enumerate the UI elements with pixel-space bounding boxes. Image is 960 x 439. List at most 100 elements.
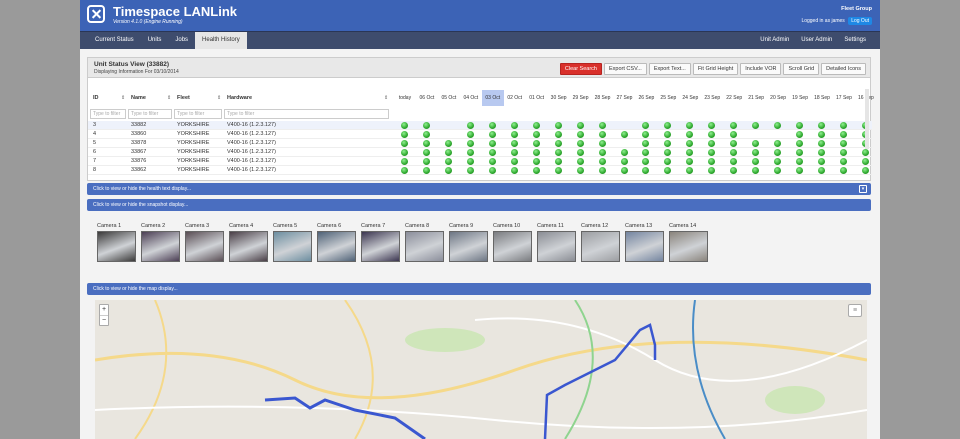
nav-item-user-admin[interactable]: User Admin [795, 32, 838, 49]
status-ok-icon[interactable] [532, 158, 540, 165]
status-ok-icon[interactable] [401, 149, 408, 156]
snapshot-toggle[interactable]: Click to view or hide the snapshot displ… [87, 199, 871, 211]
status-ok-icon[interactable] [708, 158, 716, 165]
status-ok-icon[interactable] [708, 167, 716, 174]
status-ok-icon[interactable] [422, 140, 430, 147]
camera-snapshot[interactable]: Camera 14 [669, 221, 708, 262]
status-ok-icon[interactable] [444, 167, 452, 174]
status-ok-icon[interactable] [818, 167, 826, 174]
date-column-header[interactable]: 25 Sep [657, 90, 679, 106]
table-row[interactable]: 7 33876 YORKSHIRE V400-16 (1.2.3.127) [88, 157, 872, 166]
status-ok-icon[interactable] [554, 149, 562, 156]
status-ok-icon[interactable] [686, 167, 694, 174]
date-column-header[interactable]: 24 Sep [679, 90, 701, 106]
date-column-header[interactable]: 18 Sep [811, 90, 833, 106]
camera-image[interactable] [669, 231, 708, 262]
camera-image[interactable] [273, 231, 312, 262]
status-ok-icon[interactable] [752, 122, 760, 129]
status-ok-icon[interactable] [664, 167, 672, 174]
status-ok-icon[interactable] [840, 149, 847, 156]
status-ok-icon[interactable] [774, 149, 782, 156]
status-ok-icon[interactable] [774, 122, 782, 129]
status-ok-icon[interactable] [620, 167, 628, 174]
camera-snapshot[interactable]: Camera 3 [185, 221, 224, 262]
status-ok-icon[interactable] [598, 131, 606, 138]
status-ok-icon[interactable] [730, 149, 738, 156]
include-vor-button[interactable]: Include VOR [740, 63, 782, 75]
status-ok-icon[interactable] [488, 167, 496, 174]
camera-image[interactable] [581, 231, 620, 262]
status-ok-icon[interactable] [488, 131, 496, 138]
filter-input-fleet[interactable]: Type to filter [174, 109, 222, 119]
status-ok-icon[interactable] [840, 122, 847, 129]
date-column-header[interactable]: 28 Sep [592, 90, 614, 106]
date-column-header[interactable]: today [394, 90, 416, 106]
status-ok-icon[interactable] [796, 122, 804, 129]
status-ok-icon[interactable] [576, 122, 584, 129]
camera-snapshot[interactable]: Camera 12 [581, 221, 620, 262]
status-ok-icon[interactable] [708, 131, 716, 138]
collapse-icon[interactable]: ▾ [859, 185, 867, 193]
status-ok-icon[interactable] [422, 158, 430, 165]
status-ok-icon[interactable] [686, 122, 694, 129]
table-row[interactable]: 8 33862 YORKSHIRE V400-16 (1.2.3.127) [88, 166, 872, 175]
status-ok-icon[interactable] [664, 140, 672, 147]
status-ok-icon[interactable] [466, 131, 474, 138]
status-ok-icon[interactable] [488, 149, 496, 156]
status-ok-icon[interactable] [510, 167, 518, 174]
status-ok-icon[interactable] [466, 167, 474, 174]
date-column-header[interactable]: 23 Sep [701, 90, 723, 106]
status-ok-icon[interactable] [861, 149, 869, 156]
status-ok-icon[interactable] [401, 167, 408, 174]
status-ok-icon[interactable] [554, 131, 562, 138]
status-ok-icon[interactable] [444, 149, 452, 156]
status-ok-icon[interactable] [708, 149, 716, 156]
nav-item-current-status[interactable]: Current Status [88, 32, 141, 49]
status-ok-icon[interactable] [861, 158, 869, 165]
camera-snapshot[interactable]: Camera 13 [625, 221, 664, 262]
camera-image[interactable] [141, 231, 180, 262]
filter-input-hardware[interactable]: Type to filter [224, 109, 389, 119]
status-ok-icon[interactable] [796, 158, 804, 165]
status-ok-icon[interactable] [730, 158, 738, 165]
status-ok-icon[interactable] [620, 131, 628, 138]
date-column-header[interactable]: 17 Sep [833, 90, 855, 106]
status-ok-icon[interactable] [664, 149, 672, 156]
status-ok-icon[interactable] [510, 140, 518, 147]
nav-item-unit-admin[interactable]: Unit Admin [754, 32, 795, 49]
status-ok-icon[interactable] [642, 131, 650, 138]
camera-image[interactable] [361, 231, 400, 262]
status-ok-icon[interactable] [686, 131, 694, 138]
camera-snapshot[interactable]: Camera 6 [317, 221, 356, 262]
camera-snapshot[interactable]: Camera 5 [273, 221, 312, 262]
status-ok-icon[interactable] [774, 140, 782, 147]
status-ok-icon[interactable] [840, 167, 847, 174]
status-ok-icon[interactable] [752, 140, 760, 147]
date-column-header[interactable]: 26 Sep [635, 90, 657, 106]
status-ok-icon[interactable] [466, 122, 474, 129]
status-ok-icon[interactable] [488, 140, 496, 147]
export-csv-button[interactable]: Export CSV... [604, 63, 647, 75]
camera-image[interactable] [625, 231, 664, 262]
camera-image[interactable] [317, 231, 356, 262]
status-ok-icon[interactable] [686, 149, 694, 156]
date-column-header[interactable]: 22 Sep [723, 90, 745, 106]
status-ok-icon[interactable] [532, 149, 540, 156]
status-ok-icon[interactable] [818, 140, 826, 147]
status-ok-icon[interactable] [752, 149, 760, 156]
status-ok-icon[interactable] [488, 122, 496, 129]
status-ok-icon[interactable] [532, 122, 540, 129]
status-ok-icon[interactable] [598, 140, 606, 147]
status-ok-icon[interactable] [686, 140, 694, 147]
status-ok-icon[interactable] [796, 140, 804, 147]
camera-snapshot[interactable]: Camera 8 [405, 221, 444, 262]
camera-image[interactable] [449, 231, 488, 262]
status-ok-icon[interactable] [488, 158, 496, 165]
filter-input-name[interactable]: Type to filter [128, 109, 172, 119]
table-row[interactable]: 6 33867 YORKSHIRE V400-16 (1.2.3.127) [88, 148, 872, 157]
status-ok-icon[interactable] [664, 131, 672, 138]
column-header-hardware[interactable]: Hardware [227, 90, 390, 106]
status-ok-icon[interactable] [401, 140, 408, 147]
status-ok-icon[interactable] [554, 167, 562, 174]
status-ok-icon[interactable] [861, 167, 869, 174]
